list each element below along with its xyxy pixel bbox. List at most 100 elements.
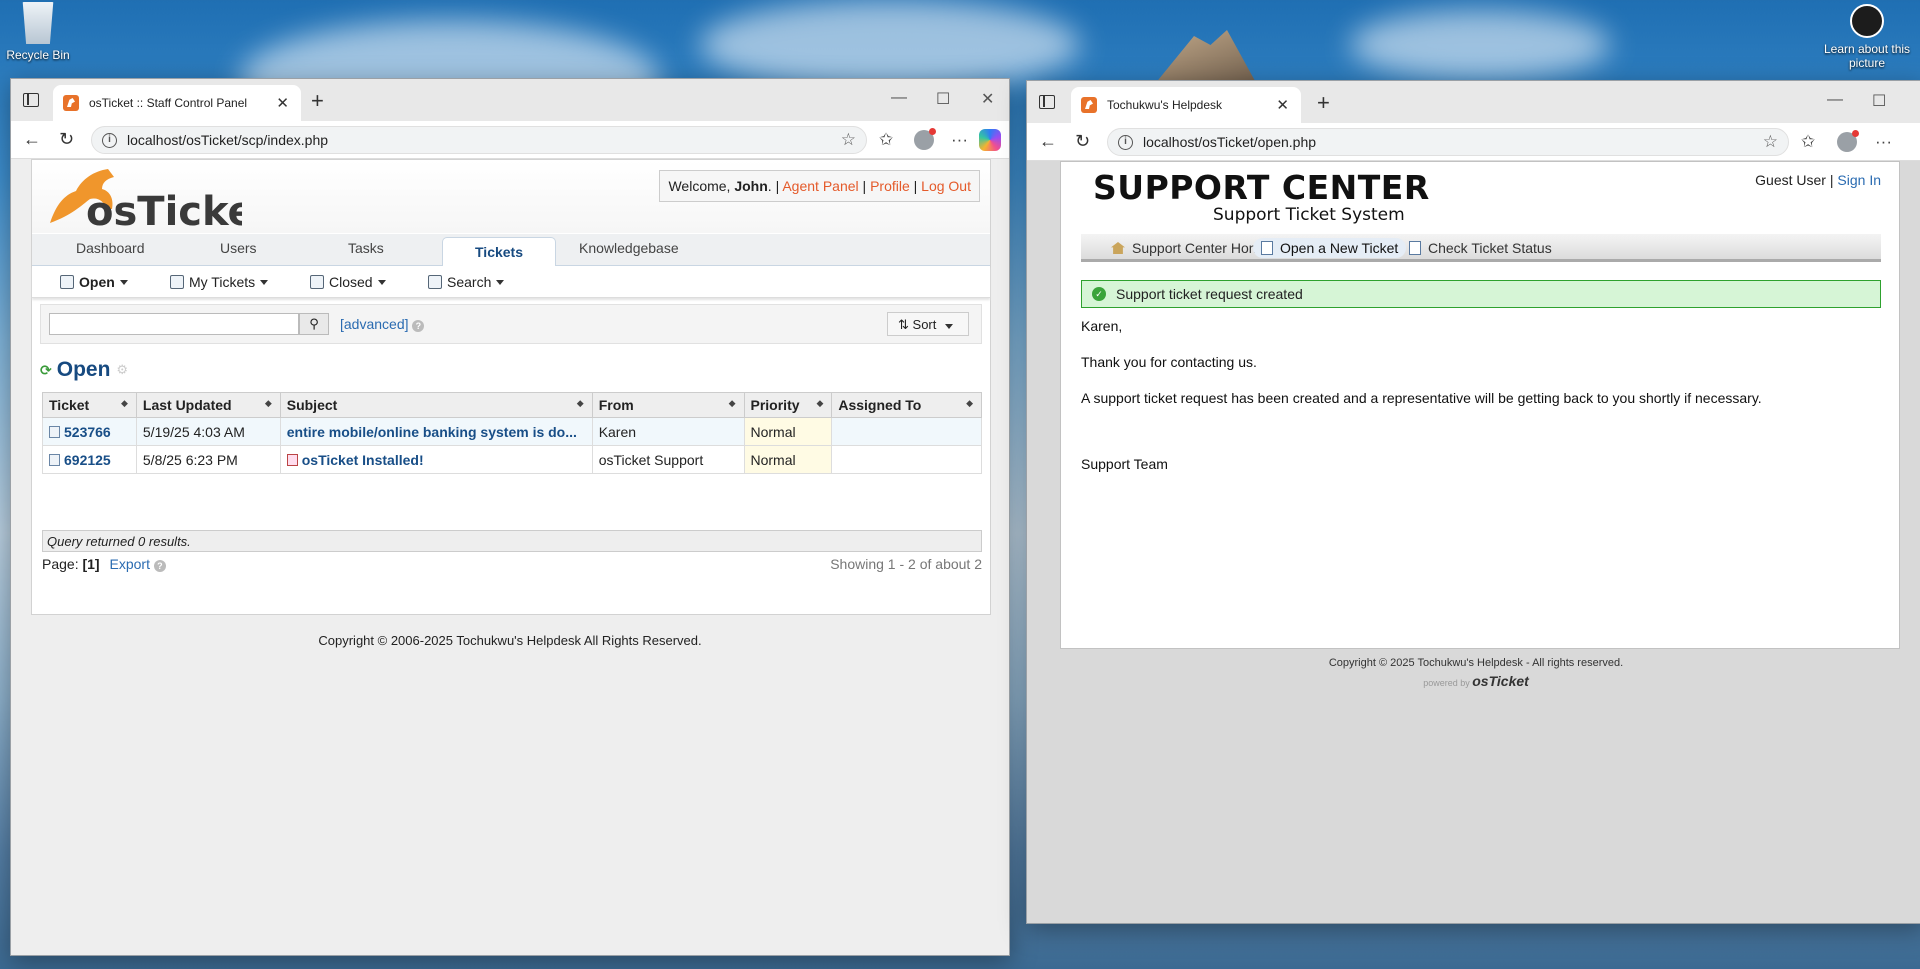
profile-avatar[interactable] [914,128,936,150]
subnav-open[interactable]: Open [60,274,128,290]
tab-helpdesk[interactable]: Tochukwu's Helpdesk ✕ [1071,87,1301,123]
column-header-last-updated[interactable]: Last Updated ◆ [135,392,281,418]
profile-avatar[interactable] [1837,130,1859,152]
favorites-icon[interactable]: ✩ [1801,132,1815,152]
ticket-number-link[interactable]: 523766 [64,424,111,440]
favorite-star-icon[interactable]: ☆ [1763,132,1778,152]
url-field[interactable]: i localhost/osTicket/open.php ☆ [1107,128,1789,156]
sort-arrows-icon: ◆ [120,398,128,408]
subnav-search[interactable]: Search [428,274,505,290]
current-page[interactable]: [1] [82,556,99,572]
copilot-icon[interactable] [979,129,1001,151]
subnav-my-tickets[interactable]: My Tickets [170,274,269,290]
back-icon[interactable]: ← [23,129,41,150]
ticket-icon [49,425,60,438]
more-menu-icon[interactable]: ··· [951,130,968,150]
tab-tickets[interactable]: Tickets [442,237,556,267]
tab-actions-icon[interactable] [23,93,39,107]
column-header-from[interactable]: From ◆ [591,392,745,418]
tab-bar: osTicket :: Staff Control Panel ✕ + — ☐ … [11,79,1009,121]
export-link[interactable]: Export ? [110,556,166,572]
close-tab-icon[interactable]: ✕ [1276,96,1289,114]
ticket-subject-link[interactable]: entire mobile/online banking system is d… [287,424,577,440]
tab-dashboard[interactable]: Dashboard [76,240,145,256]
welcome-prefix: Welcome, [668,178,731,194]
search-icon: ⚲ [309,316,319,331]
sub-nav: Open My Tickets Closed Search [32,266,990,298]
site-info-icon[interactable]: i [102,132,117,148]
nav-check-ticket-status[interactable]: Check Ticket Status [1401,238,1560,258]
ticket-number-link[interactable]: 692125 [64,452,111,468]
tickets-icon [310,275,324,289]
minimize-icon[interactable]: — [1827,91,1843,109]
sign-in-link[interactable]: Sign In [1837,172,1881,188]
ticket-subject-link[interactable]: osTicket Installed! [302,452,424,468]
osticket-favicon-icon [63,95,79,111]
close-window-icon[interactable]: ✕ [981,89,994,109]
back-icon[interactable]: ← [1039,131,1057,152]
queue-title-label: Open [56,358,111,381]
logout-link[interactable]: Log Out [921,178,971,194]
learn-about-picture-icon[interactable]: Learn about this picture [1822,4,1912,70]
profile-link[interactable]: Profile [870,178,910,194]
new-tab-icon[interactable]: + [311,88,324,114]
tab-title: osTicket :: Staff Control Panel [89,96,248,110]
welcome-separator: | [862,178,867,194]
tab-users[interactable]: Users [220,240,257,256]
from-cell: Karen [591,417,745,446]
ticket-icon [49,453,60,466]
new-tab-icon[interactable]: + [1317,90,1330,116]
refresh-icon[interactable]: ⟳ [40,362,52,379]
success-notice-text: Support ticket request created [1116,286,1303,302]
close-tab-icon[interactable]: ✕ [276,94,289,112]
url-text: localhost/osTicket/open.php [1143,134,1317,150]
tab-actions-icon[interactable] [1039,95,1055,109]
url-field[interactable]: i localhost/osTicket/scp/index.php ☆ [91,126,867,154]
guest-user-label: Guest User [1755,172,1826,188]
sort-dropdown[interactable]: ⇅ Sort [887,312,969,336]
agent-panel-link[interactable]: Agent Panel [782,178,858,194]
favorites-icon[interactable]: ✩ [879,130,893,150]
checkmark-icon: ✓ [1092,287,1106,301]
advanced-search-link[interactable]: [advanced] ? [340,316,425,332]
desktop-cloud [700,0,1080,90]
search-button[interactable]: ⚲ [299,313,329,335]
reload-icon[interactable]: ↻ [59,129,74,150]
sort-arrows-icon: ◆ [966,398,973,408]
nav-support-center-home[interactable]: Support Center Home [1103,238,1276,258]
tab-staff-panel[interactable]: osTicket :: Staff Control Panel ✕ [53,85,301,121]
column-header-subject[interactable]: Subject ◆ [279,392,593,418]
recycle-bin-icon[interactable]: Recycle Bin [4,2,72,62]
staff-copyright: Copyright © 2006-2025 Tochukwu's Helpdes… [318,633,702,648]
support-center-card: SUPPORT CENTER Support Ticket System Gue… [1060,161,1900,649]
more-menu-icon[interactable]: ··· [1875,132,1892,152]
tab-knowledgebase[interactable]: Knowledgebase [579,240,679,256]
osticket-logo-icon[interactable]: osTicket [42,165,242,231]
thank-you-text: Thank you for contacting us. [1081,354,1257,370]
staff-page: osTicket Welcome, John. | Agent Panel | … [11,159,1009,955]
greeting-text: Karen, [1081,318,1123,334]
favorite-star-icon[interactable]: ☆ [841,130,856,150]
powered-by-brand: osTicket [1472,673,1529,689]
column-header-label: From [598,397,634,413]
subnav-closed[interactable]: Closed [310,274,386,290]
maximize-icon[interactable]: ☐ [1872,91,1886,111]
chevron-down-icon [119,279,128,285]
ticket-search-input[interactable] [49,313,299,335]
maximize-icon[interactable]: ☐ [936,89,950,109]
column-header-assigned-to[interactable]: Assigned To ◆ [831,392,982,418]
pagination-row: Page: [1] Export ? Showing 1 - 2 of abou… [42,556,982,572]
minimize-icon[interactable]: — [891,89,907,107]
nav-open-new-ticket[interactable]: Open a New Ticket [1253,238,1407,258]
site-info-icon[interactable]: i [1118,134,1133,150]
tab-tasks[interactable]: Tasks [348,240,384,256]
column-header-priority[interactable]: Priority ◆ [743,392,833,418]
from-cell: osTicket Support [591,445,745,474]
guest-user-bar: Guest User | Sign In [1755,172,1881,188]
support-center-logo[interactable]: SUPPORT CENTER Support Ticket System [1093,170,1430,225]
gear-icon[interactable]: ⚙ [116,362,128,378]
column-header-ticket[interactable]: Ticket ◆ [42,392,137,418]
learn-about-picture-label: Learn about this picture [1823,42,1911,70]
powered-by[interactable]: powered by osTicket [1027,673,1920,689]
reload-icon[interactable]: ↻ [1075,131,1090,152]
